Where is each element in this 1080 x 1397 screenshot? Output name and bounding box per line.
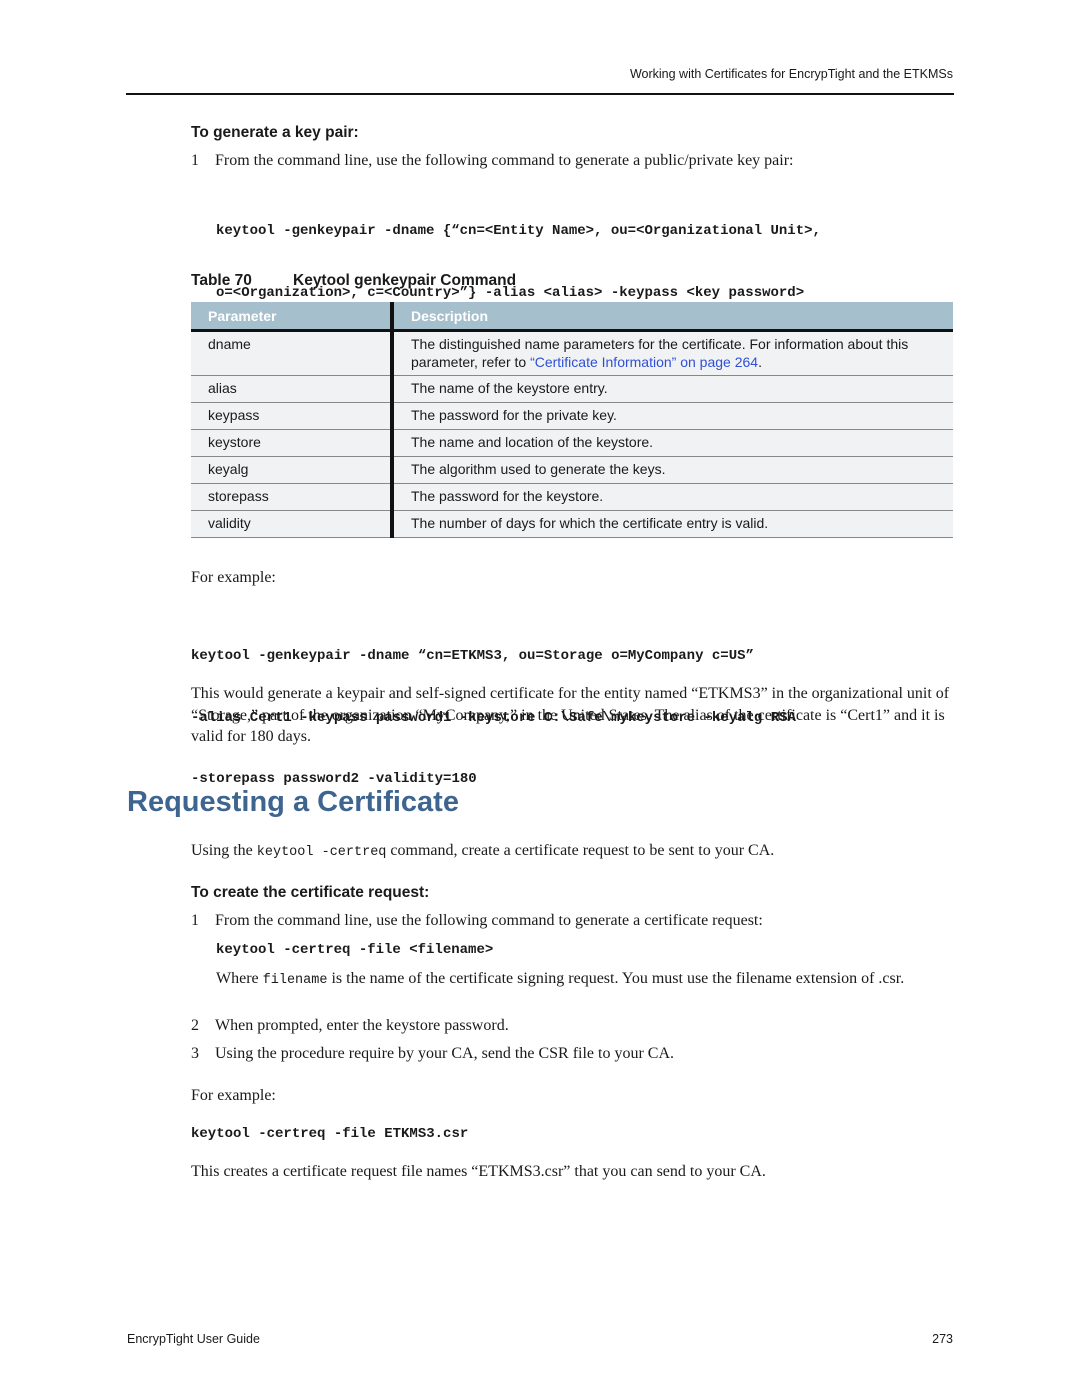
- running-header: Working with Certificates for EncrypTigh…: [629, 67, 953, 81]
- param-cell: keypass: [191, 402, 392, 430]
- desc-cell: The name of the keystore entry.: [390, 375, 953, 403]
- intro-text-end: command, create a certificate request to…: [386, 842, 775, 859]
- param-cell: keystore: [191, 429, 392, 457]
- table-row: storepass The password for the keystore.: [191, 483, 953, 511]
- note-text: Where: [216, 970, 263, 987]
- inline-code: keytool -certreq: [256, 845, 387, 860]
- desc-cell: The number of days for which the certifi…: [390, 510, 953, 538]
- section-title-requesting-certificate: Requesting a Certificate: [127, 786, 459, 818]
- desc-cell: The algorithm used to generate the keys.: [390, 456, 953, 484]
- step-1-certreq: 1 From the command line, use the followin…: [191, 912, 763, 930]
- table-row: dname The distinguished name parameters …: [191, 330, 953, 376]
- column-header-description: Description: [390, 302, 953, 332]
- step-1-note: Where filename is the name of the certif…: [216, 968, 953, 992]
- certreq-example: keytool -certreq -file ETKMS3.csr: [191, 1126, 469, 1142]
- desc-cell: The password for the keystore.: [390, 483, 953, 511]
- desc-cell: The password for the private key.: [390, 402, 953, 430]
- example-intro-1: For example:: [191, 569, 276, 586]
- desc-cell: The name and location of the keystore.: [390, 429, 953, 457]
- certificate-information-link[interactable]: “Certificate Information” on page 264: [530, 354, 758, 370]
- table-title: Keytool genkeypair Command: [293, 272, 517, 289]
- step-2-certreq: 2 When prompted, enter the keystore passw…: [191, 1017, 509, 1035]
- intro-text: Using the: [191, 842, 257, 859]
- step-number: 1: [191, 912, 199, 929]
- certreq-syntax: keytool -certreq -file <filename>: [216, 942, 494, 958]
- step-text: Using the procedure require by your CA, …: [215, 1045, 675, 1062]
- example-explanation-1: This would generate a keypair and self-s…: [191, 685, 950, 745]
- code-line: keytool -genkeypair -dname {“cn=<Entity …: [216, 223, 821, 239]
- table-number: Table 70: [191, 272, 252, 289]
- step-number: 2: [191, 1017, 199, 1034]
- inline-code: filename: [262, 973, 328, 988]
- footer-page-number: 273: [932, 1332, 953, 1346]
- step-text: When prompted, enter the keystore passwo…: [215, 1017, 509, 1034]
- table-caption: Table 70 Keytool genkeypair Command: [191, 272, 516, 290]
- procedure-title-generate-key-pair: To generate a key pair:: [191, 124, 359, 141]
- param-cell: keyalg: [191, 456, 392, 484]
- step-text: From the command line, use the following…: [215, 912, 763, 929]
- code-line: keytool -genkeypair -dname “cn=ETKMS3, o…: [191, 648, 754, 664]
- param-cell: alias: [191, 375, 392, 403]
- certreq-intro: Using the keytool -certreq command, crea…: [191, 840, 953, 864]
- keytool-genkeypair-table: Parameter Description dname The distingu…: [191, 302, 953, 538]
- param-cell: validity: [191, 510, 392, 538]
- table-row: keypass The password for the private key…: [191, 402, 953, 430]
- example-explanation-2: This creates a certificate request file …: [191, 1163, 766, 1180]
- desc-cell: The distinguished name parameters for th…: [390, 330, 953, 376]
- example-intro-2: For example:: [191, 1087, 276, 1104]
- table-row: alias The name of the keystore entry.: [191, 375, 953, 403]
- table-row: validity The number of days for which th…: [191, 510, 953, 538]
- step-number: 3: [191, 1045, 199, 1062]
- note-text-end: is the name of the certificate signing r…: [327, 970, 905, 987]
- step-text: From the command line, use the following…: [215, 152, 794, 169]
- column-header-parameter: Parameter: [191, 302, 392, 332]
- header-rule: [126, 93, 954, 95]
- procedure-title-create-request: To create the certificate request:: [191, 884, 430, 901]
- step-3-certreq: 3 Using the procedure require by your CA,…: [191, 1045, 674, 1063]
- desc-text-end: .: [758, 353, 762, 370]
- table-header-row: Parameter Description: [191, 302, 953, 332]
- footer-guide-title: EncrypTight User Guide: [127, 1332, 260, 1346]
- table-row: keyalg The algorithm used to generate th…: [191, 456, 953, 484]
- step-1-generate: 1 From the command line, use the followin…: [191, 152, 794, 170]
- param-cell: storepass: [191, 483, 392, 511]
- table-row: keystore The name and location of the ke…: [191, 429, 953, 457]
- param-cell: dname: [191, 330, 392, 376]
- step-number: 1: [191, 152, 199, 169]
